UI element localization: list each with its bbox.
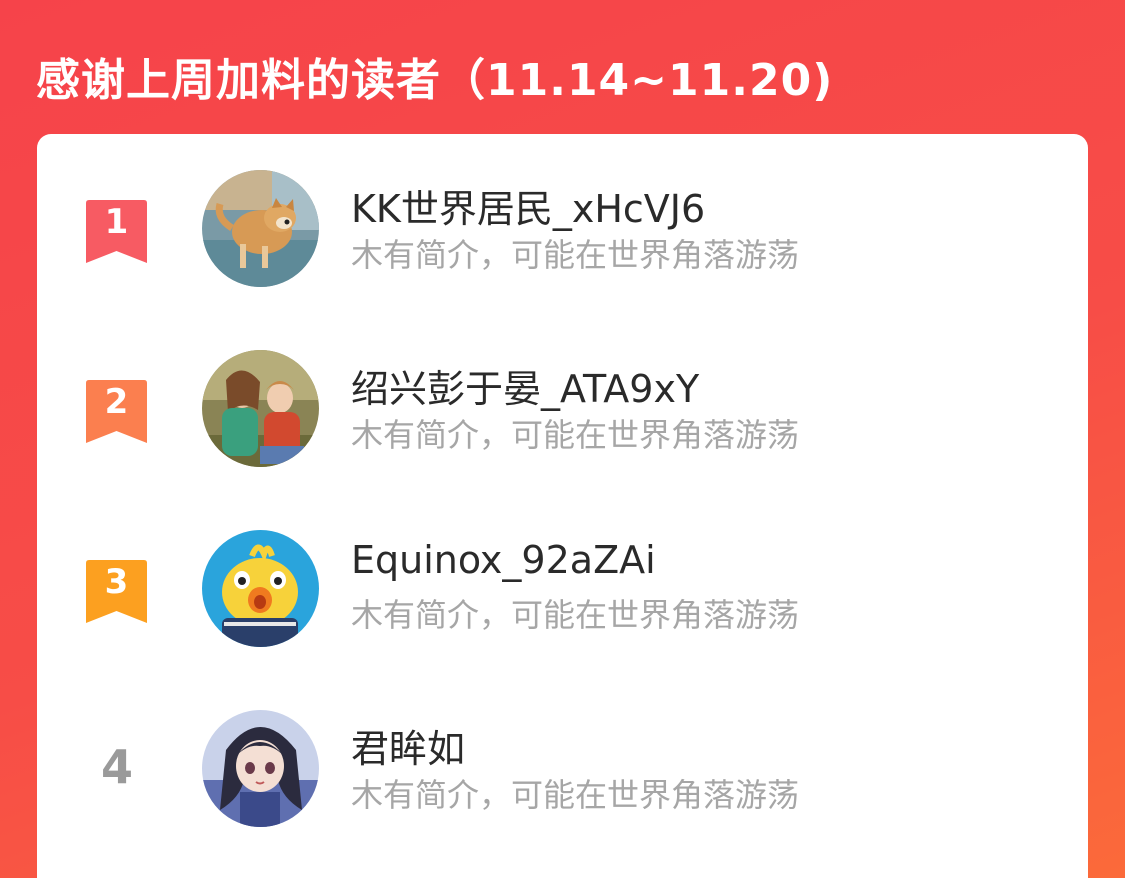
reader-name[interactable]: 君眸如 <box>351 718 465 773</box>
rank-number: 4 <box>100 740 133 794</box>
list-item[interactable]: 4 君眸如 木有简介，可能在世界角落游荡 <box>37 710 1088 830</box>
list-item[interactable]: 1 KK世界居民_xHcVJ6 木有简介，可能在世界角落游荡 <box>37 170 1088 290</box>
reader-bio: 木有简介，可能在世界角落游荡 <box>351 416 800 454</box>
children-avatar[interactable] <box>202 350 319 467</box>
list-item[interactable]: 3 Equinox_92aZAi 木有简介，可能在世界角落游荡 <box>37 530 1088 650</box>
reader-list-card: 1 KK世界居民_xHcVJ6 木有简介，可能在世界角落游荡 2 绍兴彭于晏_A… <box>37 134 1088 878</box>
reader-bio: 木有简介，可能在世界角落游荡 <box>351 236 800 274</box>
reader-name[interactable]: 绍兴彭于晏_ATA9xY <box>351 358 699 413</box>
reader-name[interactable]: Equinox_92aZAi <box>351 538 656 582</box>
chick-avatar[interactable] <box>202 530 319 647</box>
anime-girl-avatar[interactable] <box>202 710 319 827</box>
rank-ribbon-icon: 1 <box>86 200 147 263</box>
rank-ribbon-icon: 3 <box>86 560 147 623</box>
rank-ribbon-icon: 2 <box>86 380 147 443</box>
reader-name[interactable]: KK世界居民_xHcVJ6 <box>351 178 705 233</box>
page-title: 感谢上周加料的读者（11.14~11.20) <box>36 55 834 106</box>
reader-bio: 木有简介，可能在世界角落游荡 <box>351 776 800 814</box>
dog-avatar[interactable] <box>202 170 319 287</box>
rank-number: 1 <box>105 202 129 242</box>
rank-number: 3 <box>105 562 129 602</box>
list-item[interactable]: 2 绍兴彭于晏_ATA9xY 木有简介，可能在世界角落游荡 <box>37 350 1088 470</box>
reader-bio: 木有简介，可能在世界角落游荡 <box>351 596 800 634</box>
rank-number: 2 <box>105 382 129 422</box>
